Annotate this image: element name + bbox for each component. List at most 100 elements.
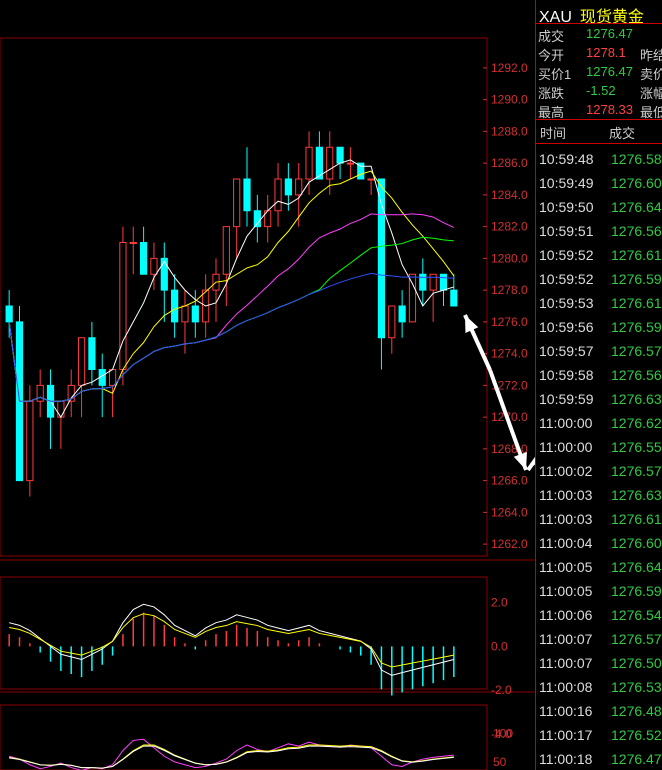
candle-body bbox=[191, 305, 199, 323]
tick-row[interactable]: 11:00:08 1276.53 bbox=[536, 676, 662, 700]
tick-time: 11:00:00 bbox=[539, 415, 593, 431]
tick-row[interactable]: 11:00:02 1276.57 bbox=[536, 460, 662, 484]
tick-price: 1276.61 bbox=[611, 247, 662, 263]
ma60-line bbox=[8, 272, 454, 402]
ma5-line bbox=[8, 159, 454, 419]
tick-price: 1276.63 bbox=[611, 487, 662, 503]
tick-row[interactable]: 11:00:00 1276.62 bbox=[536, 412, 662, 436]
tick-row[interactable]: 10:59:53 1276.61 bbox=[536, 292, 662, 316]
tick-price: 1276.57 bbox=[611, 343, 662, 359]
ma20-line bbox=[8, 213, 455, 402]
candle-body bbox=[367, 178, 375, 181]
annotation-arrow bbox=[526, 456, 535, 472]
candle-body bbox=[419, 273, 427, 291]
tick-row[interactable]: 11:00:06 1276.54 bbox=[536, 604, 662, 628]
tick-row[interactable]: 11:00:17 1276.52 bbox=[536, 724, 662, 748]
candle-body bbox=[346, 162, 355, 165]
tick-price: 1276.59 bbox=[611, 319, 662, 335]
candle-body bbox=[57, 400, 65, 418]
tick-time: 10:59:51 bbox=[539, 223, 594, 239]
tick-time: 11:00:18 bbox=[539, 751, 593, 767]
quote-value: -1.52 bbox=[586, 83, 616, 98]
tick-row[interactable]: 10:59:52 1276.59 bbox=[536, 268, 662, 292]
tick-price: 1276.54 bbox=[611, 607, 662, 623]
tick-row[interactable]: 11:00:00 1276.55 bbox=[536, 436, 662, 460]
candle-body bbox=[326, 146, 334, 180]
candle-body bbox=[253, 210, 261, 228]
tick-time: 10:59:58 bbox=[539, 367, 594, 383]
chart-area[interactable]: 1292.0 1290.0 1288.0 1286.0 1284.0 1282.0 1280… bbox=[0, 0, 535, 770]
quote-row: 最高1278.33最低 bbox=[536, 100, 662, 120]
ticks-header: 时间 成交 bbox=[536, 120, 662, 142]
candle-body bbox=[284, 178, 292, 196]
candle-body bbox=[108, 369, 117, 386]
tick-price: 1276.59 bbox=[611, 583, 662, 599]
tick-price: 1276.52 bbox=[611, 727, 662, 743]
tick-time: 11:00:08 bbox=[539, 679, 593, 695]
tick-row[interactable]: 10:59:48 1276.58 bbox=[536, 148, 662, 172]
tick-row[interactable]: 10:59:49 1276.60 bbox=[536, 172, 662, 196]
tick-row[interactable]: 11:00:05 1276.64 bbox=[536, 556, 662, 580]
tick-time: 10:59:56 bbox=[539, 319, 594, 335]
macd-axis-label: -2.0 bbox=[491, 683, 512, 697]
tick-row[interactable]: 10:59:59 1276.63 bbox=[536, 388, 662, 412]
candle-body bbox=[88, 337, 96, 370]
price-axis-label: 1288.0 bbox=[491, 124, 528, 138]
candle-body bbox=[295, 178, 303, 196]
price-axis-label: 1276.0 bbox=[491, 315, 528, 329]
price-axis-label: 1280.0 bbox=[491, 251, 528, 265]
candle-body bbox=[388, 305, 396, 339]
divider bbox=[536, 143, 662, 144]
price-axis-label: 1292.0 bbox=[491, 61, 528, 75]
tick-row[interactable]: 11:00:07 1276.57 bbox=[536, 628, 662, 652]
tick-time: 11:00:02 bbox=[539, 463, 593, 479]
candle-body bbox=[336, 146, 344, 164]
tick-time: 11:00:07 bbox=[539, 655, 593, 671]
tick-row[interactable]: 11:00:03 1276.61 bbox=[536, 508, 662, 532]
tick-row[interactable]: 11:00:04 1276.60 bbox=[536, 532, 662, 556]
candle-body bbox=[181, 305, 189, 323]
tick-price: 1276.60 bbox=[611, 175, 662, 191]
quote-row: 成交 1276.47 bbox=[536, 24, 662, 44]
tick-price: 1276.64 bbox=[611, 559, 662, 575]
candle-body bbox=[5, 305, 13, 323]
tick-row[interactable]: 10:59:52 1276.61 bbox=[536, 244, 662, 268]
kdj-axis-label: 100 bbox=[493, 727, 513, 741]
tick-time: 11:00:04 bbox=[539, 535, 593, 551]
quote-row: 涨跌-1.52涨幅 bbox=[536, 81, 662, 101]
kdj-j-line bbox=[9, 745, 454, 769]
tick-price: 1276.50 bbox=[611, 655, 662, 671]
price-axis-label: 1284.0 bbox=[491, 188, 528, 202]
tick-time: 10:59:53 bbox=[539, 295, 594, 311]
tick-row[interactable]: 10:59:58 1276.56 bbox=[536, 364, 662, 388]
tick-row[interactable]: 10:59:56 1276.59 bbox=[536, 316, 662, 340]
candle-body bbox=[222, 226, 230, 275]
candle-body bbox=[398, 305, 406, 323]
tick-price: 1276.48 bbox=[611, 703, 662, 719]
tick-row[interactable]: 11:00:16 1276.48 bbox=[536, 700, 662, 724]
tick-row[interactable]: 10:59:50 1276.64 bbox=[536, 196, 662, 220]
tick-row[interactable]: 11:00:05 1276.59 bbox=[536, 580, 662, 604]
tick-time: 11:00:05 bbox=[539, 559, 593, 575]
tick-price: 1276.56 bbox=[611, 367, 662, 383]
candle-body bbox=[140, 242, 148, 275]
tick-row[interactable]: 11:00:18 1276.47 bbox=[536, 748, 662, 770]
candle-body bbox=[429, 273, 437, 291]
candle-body bbox=[36, 384, 44, 402]
macd-dif-line bbox=[9, 603, 454, 676]
tick-time: 10:59:59 bbox=[539, 391, 594, 407]
macd-axis-label: 2.0 bbox=[491, 596, 508, 610]
quote-value: 1278.33 bbox=[586, 102, 633, 117]
macd-dea-line bbox=[9, 613, 454, 668]
quote-value: 1276.47 bbox=[586, 64, 633, 79]
tick-row[interactable]: 10:59:57 1276.57 bbox=[536, 340, 662, 364]
candle-body bbox=[171, 289, 179, 323]
tick-price: 1276.58 bbox=[611, 151, 662, 167]
tick-price: 1276.57 bbox=[611, 631, 662, 647]
quote-value: 1278.1 bbox=[586, 45, 626, 60]
price-axis-label: 1266.0 bbox=[491, 474, 528, 488]
kdj-panel-frame bbox=[0, 704, 488, 770]
tick-row[interactable]: 11:00:07 1276.50 bbox=[536, 652, 662, 676]
tick-row[interactable]: 11:00:03 1276.63 bbox=[536, 484, 662, 508]
tick-row[interactable]: 10:59:51 1276.56 bbox=[536, 220, 662, 244]
